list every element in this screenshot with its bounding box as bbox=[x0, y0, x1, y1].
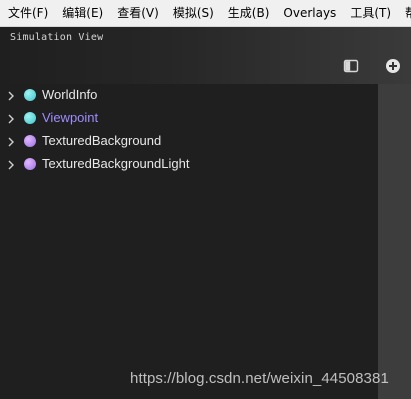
watermark: https://blog.csdn.net/weixin_44508381 bbox=[130, 370, 389, 387]
tree-row-texturedbackgroundlight[interactable]: TexturedBackgroundLight bbox=[0, 153, 378, 176]
tree-item-label: WorldInfo bbox=[42, 87, 98, 102]
split-view-icon bbox=[343, 59, 359, 73]
menu-edit[interactable]: 编辑(E) bbox=[55, 0, 110, 26]
menu-view[interactable]: 查看(V) bbox=[110, 0, 166, 26]
tree-item-label: TexturedBackgroundLight bbox=[42, 156, 190, 171]
add-node-button[interactable] bbox=[384, 57, 402, 75]
purple-node-icon bbox=[24, 135, 36, 147]
chevron-right-icon[interactable] bbox=[7, 160, 15, 170]
tree-row-viewpoint[interactable]: Viewpoint bbox=[0, 107, 378, 130]
purple-node-icon bbox=[24, 158, 36, 170]
panel-header: Simulation View bbox=[0, 27, 411, 84]
chevron-right-icon[interactable] bbox=[7, 114, 15, 124]
menu-simulate[interactable]: 模拟(S) bbox=[166, 0, 221, 26]
add-circle-icon bbox=[386, 59, 400, 73]
tree-item-label: Viewpoint bbox=[42, 110, 99, 125]
panel-title: Simulation View bbox=[10, 32, 104, 43]
menu-help[interactable]: 帮 bbox=[398, 0, 411, 26]
cyan-node-icon bbox=[24, 112, 36, 124]
chevron-right-icon[interactable] bbox=[7, 137, 15, 147]
menu-overlays[interactable]: Overlays bbox=[276, 0, 343, 26]
tree-row-worldinfo[interactable]: WorldInfo bbox=[0, 84, 378, 107]
tree-row-texturedbackground[interactable]: TexturedBackground bbox=[0, 130, 378, 153]
menu-bar: 文件(F) 编辑(E) 查看(V) 模拟(S) 生成(B) Overlays 工… bbox=[0, 0, 411, 27]
scene-tree: WorldInfo Viewpoint TexturedBackground T… bbox=[0, 84, 378, 399]
tree-item-label: TexturedBackground bbox=[42, 133, 162, 148]
menu-file[interactable]: 文件(F) bbox=[0, 0, 55, 26]
menu-tools[interactable]: 工具(T) bbox=[343, 0, 398, 26]
split-view-button[interactable] bbox=[342, 57, 360, 75]
menu-build[interactable]: 生成(B) bbox=[221, 0, 277, 26]
chevron-right-icon[interactable] bbox=[7, 91, 15, 101]
cyan-node-icon bbox=[24, 89, 36, 101]
vertical-scrollbar[interactable] bbox=[378, 84, 411, 399]
